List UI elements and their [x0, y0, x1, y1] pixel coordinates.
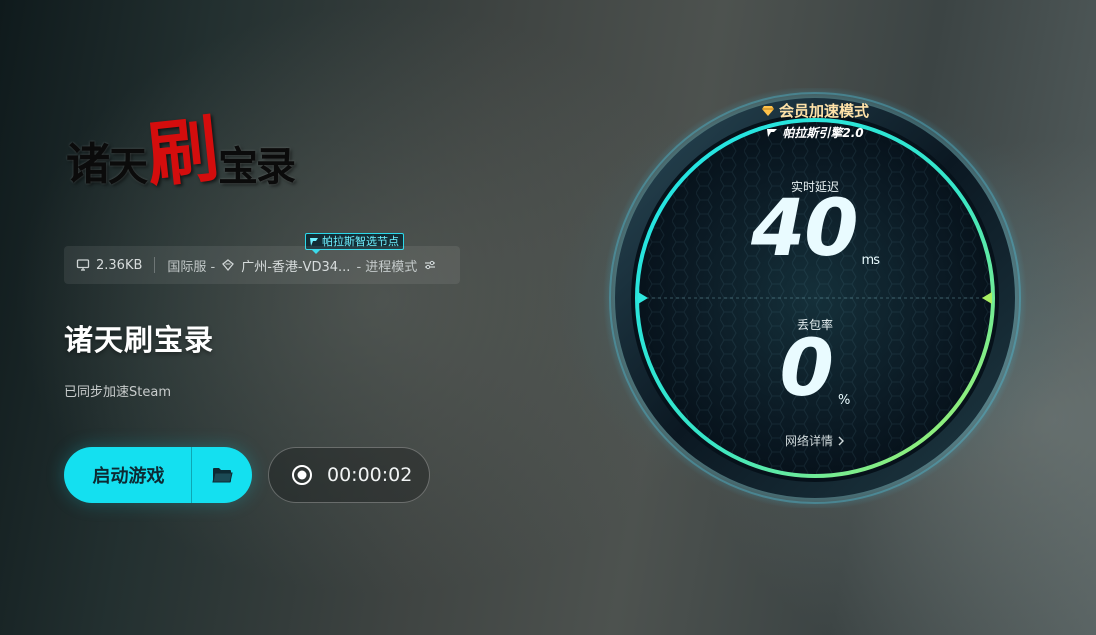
logo-char: 录 [256, 143, 296, 190]
accel-mode[interactable]: - 进程模式 [356, 256, 417, 275]
engine-version: 帕拉斯引擎2.0 [600, 124, 1030, 141]
record-icon [292, 465, 312, 485]
latency-unit: ms [861, 253, 880, 268]
pallas-logo-icon [767, 128, 778, 137]
launch-game-button-group: 启动游戏 [64, 447, 252, 503]
packet-loss-readout: 0 % [600, 324, 1030, 414]
engine-label: 帕拉斯引擎2.0 [782, 126, 864, 140]
packet-loss-value: 0 [779, 324, 834, 414]
logo-char: 宝 [218, 143, 258, 190]
server-region[interactable]: 国际服 - [167, 256, 215, 275]
open-folder-button[interactable] [192, 447, 252, 503]
divider [154, 257, 156, 273]
vip-mode-title: 会员加速模式 [600, 100, 1030, 121]
pallas-logo-icon [310, 237, 318, 246]
steam-sync-status: 已同步加速Steam [64, 385, 171, 400]
accelerator-app: 诸 天 刷 宝 录 帕拉斯智选节点 2.36KB 国际服 - 广州-香港-VD3… [0, 0, 1096, 635]
route-name[interactable]: 广州-香港-VD34... [241, 256, 350, 275]
diamond-node-icon [222, 259, 235, 272]
traffic-value: 2.36KB [96, 257, 143, 273]
logo-char: 天 [108, 143, 148, 190]
vip-diamond-icon [761, 105, 774, 116]
game-title: 诸天刷宝录 [64, 323, 215, 357]
mode-settings-icon[interactable] [423, 258, 437, 272]
latency-value: 40 [751, 184, 859, 274]
game-logo: 诸 天 刷 宝 录 [66, 106, 296, 198]
network-details-link[interactable]: 网络详情 [600, 432, 1030, 449]
folder-icon [212, 468, 233, 483]
vip-mode-label: 会员加速模式 [778, 102, 869, 120]
latency-readout: 40 ms [600, 184, 1030, 274]
connection-info-bar: 2.36KB 国际服 - 广州-香港-VD34... - 进程模式 [64, 246, 460, 284]
chevron-right-icon [838, 436, 844, 445]
launch-game-button[interactable]: 启动游戏 [64, 447, 191, 503]
logo-char: 刷 [142, 105, 221, 198]
network-details-label: 网络详情 [784, 434, 833, 448]
acceleration-timer: 00:00:02 [268, 447, 430, 503]
timer-value: 00:00:02 [327, 464, 413, 486]
logo-char: 诸 [66, 139, 110, 190]
monitor-icon [76, 259, 90, 271]
packet-loss-unit: % [837, 393, 851, 408]
network-gauge: 会员加速模式 帕拉斯引擎2.0 实时延迟 40 ms 丢包率 0 % 网络详情 [600, 88, 1030, 508]
